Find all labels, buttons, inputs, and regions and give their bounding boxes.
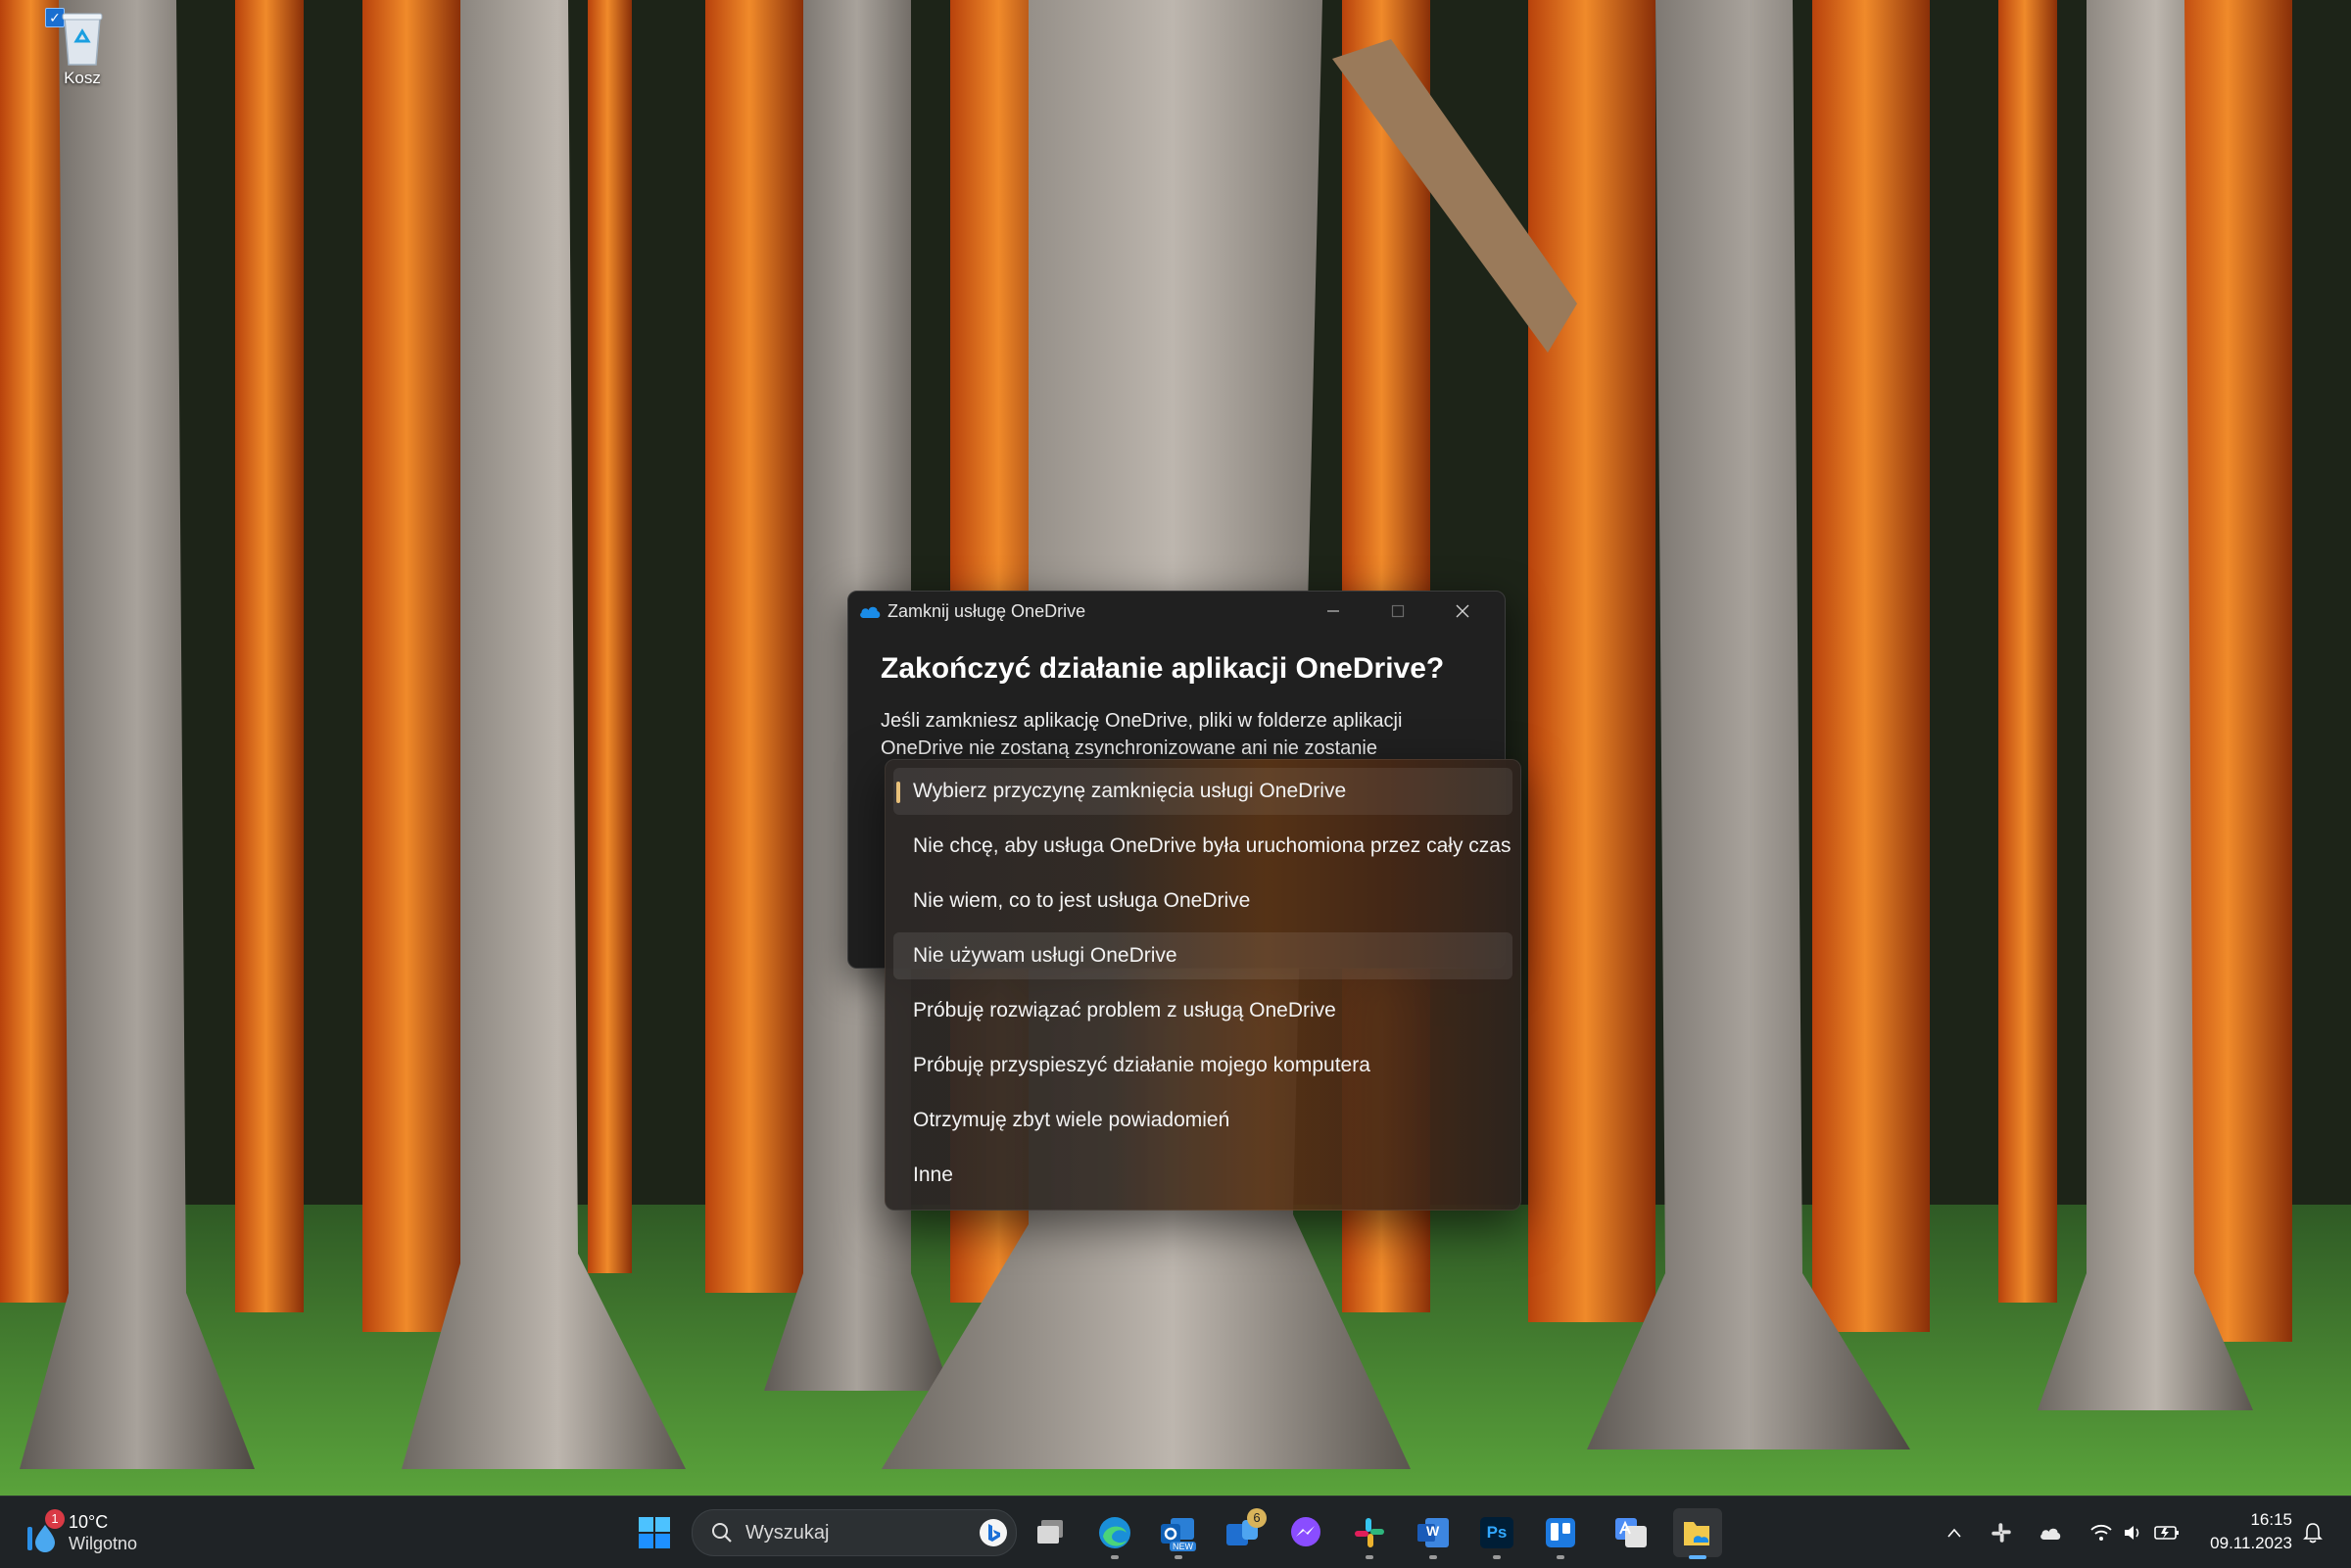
maximize-icon bbox=[1391, 604, 1405, 618]
teams-badge: 6 bbox=[1247, 1508, 1267, 1528]
dropdown-option-label: Inne bbox=[913, 1164, 953, 1186]
outlook-app-button[interactable]: NEW bbox=[1154, 1508, 1203, 1559]
clock-time: 16:15 bbox=[2250, 1510, 2292, 1529]
recycle-bin-icon bbox=[59, 8, 106, 67]
messenger-icon bbox=[1291, 1517, 1320, 1546]
slack-app-button[interactable] bbox=[1345, 1508, 1394, 1559]
dropdown-option-dont-know[interactable]: Nie wiem, co to jest usługa OneDrive bbox=[893, 878, 1512, 925]
close-icon bbox=[1456, 604, 1469, 618]
weather-temperature: 10°C bbox=[69, 1512, 109, 1532]
start-button[interactable] bbox=[630, 1508, 679, 1557]
clock-date: 09.11.2023 bbox=[2210, 1534, 2292, 1552]
search-icon bbox=[712, 1523, 732, 1543]
running-indicator bbox=[1111, 1555, 1119, 1559]
word-app-button[interactable]: W bbox=[1409, 1508, 1458, 1559]
volume-icon bbox=[2125, 1525, 2139, 1540]
wifi-icon bbox=[2090, 1524, 2112, 1541]
clock[interactable]: 16:15 09.11.2023 bbox=[2184, 1508, 2292, 1555]
slack-tray-icon bbox=[1991, 1522, 2011, 1543]
weather-widget[interactable]: 1 10°C Wilgotno bbox=[27, 1508, 137, 1557]
running-indicator bbox=[1175, 1555, 1182, 1559]
recycle-bin-icon-shortcut[interactable]: ✓ Kosz bbox=[45, 8, 118, 88]
dropdown-option-label: Próbuję rozwiązać problem z usługą OneDr… bbox=[913, 999, 1336, 1022]
dropdown-option-label: Nie wiem, co to jest usługa OneDrive bbox=[913, 889, 1251, 912]
weather-condition: Wilgotno bbox=[69, 1534, 138, 1553]
chevron-up-icon bbox=[1947, 1528, 1961, 1538]
close-reason-dropdown-list: Wybierz przyczynę zamknięcia usługi OneD… bbox=[885, 759, 1521, 1211]
weather-text: 10°C Wilgotno bbox=[63, 1511, 137, 1554]
minimize-button[interactable] bbox=[1301, 592, 1366, 631]
search-placeholder: Wyszukaj bbox=[745, 1521, 830, 1544]
dropdown-option-dont-want-running[interactable]: Nie chcę, aby usługa OneDrive była uruch… bbox=[893, 823, 1512, 870]
minimize-icon bbox=[1327, 610, 1339, 612]
dropdown-option-other[interactable]: Inne bbox=[893, 1152, 1512, 1199]
dialog-titlebar[interactable]: Zamknij usługę OneDrive bbox=[848, 592, 1505, 631]
show-hidden-icons-button[interactable] bbox=[1940, 1497, 1969, 1568]
quick-settings-button[interactable] bbox=[2081, 1497, 2188, 1568]
bell-icon bbox=[2303, 1522, 2323, 1543]
bing-icon[interactable] bbox=[979, 1518, 1008, 1547]
active-indicator bbox=[1689, 1555, 1706, 1559]
slack-icon bbox=[1355, 1518, 1384, 1547]
weather-icon: 1 bbox=[27, 1509, 65, 1552]
dropdown-option-dont-use[interactable]: Nie używam usługi OneDrive bbox=[893, 932, 1512, 979]
running-indicator bbox=[1366, 1555, 1373, 1559]
taskbar: 1 10°C Wilgotno Wyszukaj NEW 6 W Ps 16:1… bbox=[0, 1496, 2351, 1568]
running-indicator bbox=[1493, 1555, 1501, 1559]
task-view-icon bbox=[1037, 1520, 1063, 1544]
selection-indicator bbox=[896, 782, 900, 803]
folder-icon bbox=[1684, 1522, 1709, 1545]
trello-app-button[interactable] bbox=[1536, 1508, 1585, 1559]
taskbar-search-box[interactable]: Wyszukaj bbox=[692, 1509, 1017, 1556]
running-indicator bbox=[1429, 1555, 1437, 1559]
trello-icon bbox=[1546, 1518, 1575, 1547]
dropdown-option-label: Otrzymuję zbyt wiele powiadomień bbox=[913, 1109, 1230, 1131]
close-button[interactable] bbox=[1430, 592, 1495, 631]
dropdown-option-troubleshooting[interactable]: Próbuję rozwiązać problem z usługą OneDr… bbox=[893, 987, 1512, 1034]
photoshop-app-button[interactable]: Ps bbox=[1472, 1508, 1521, 1559]
file-explorer-app-button[interactable] bbox=[1673, 1508, 1722, 1559]
onedrive-tray-button[interactable] bbox=[2034, 1497, 2067, 1568]
dialog-description: Jeśli zamkniesz aplikację OneDrive, plik… bbox=[881, 710, 1403, 759]
slack-tray-button[interactable] bbox=[1987, 1497, 2016, 1568]
onedrive-tray-icon bbox=[2040, 1528, 2061, 1540]
dropdown-option-label: Nie używam usługi OneDrive bbox=[913, 944, 1177, 967]
battery-icon bbox=[2154, 1525, 2179, 1540]
dropdown-option-too-many-notifications[interactable]: Otrzymuję zbyt wiele powiadomień bbox=[893, 1097, 1512, 1144]
dropdown-option-label: Nie chcę, aby usługa OneDrive była uruch… bbox=[913, 834, 1511, 857]
onedrive-cloud-icon bbox=[860, 606, 881, 618]
dialog-window-title: Zamknij usługę OneDrive bbox=[888, 600, 1086, 621]
notifications-button[interactable] bbox=[2298, 1497, 2327, 1568]
dropdown-option-speed-up[interactable]: Próbuję przyspieszyć działanie mojego ko… bbox=[893, 1042, 1512, 1089]
dropdown-option-choose-reason[interactable]: Wybierz przyczynę zamknięcia usługi OneD… bbox=[893, 768, 1512, 815]
edge-icon bbox=[1099, 1517, 1130, 1548]
windows-logo-icon bbox=[639, 1517, 670, 1548]
recycle-bin-label: Kosz bbox=[64, 69, 101, 87]
edge-app-button[interactable] bbox=[1090, 1508, 1139, 1559]
word-letter: W bbox=[1426, 1523, 1440, 1539]
outlook-new-badge: NEW bbox=[1170, 1542, 1196, 1551]
photoshop-icon: Ps bbox=[1480, 1517, 1513, 1548]
translate-app-button[interactable] bbox=[1607, 1508, 1655, 1557]
task-view-button[interactable] bbox=[1027, 1508, 1076, 1557]
translate-icon bbox=[1615, 1518, 1647, 1547]
dropdown-option-label: Wybierz przyczynę zamknięcia usługi OneD… bbox=[913, 780, 1347, 802]
dialog-heading: Zakończyć działanie aplikacji OneDrive? bbox=[881, 652, 1445, 685]
teams-app-button[interactable]: 6 bbox=[1218, 1508, 1267, 1557]
messenger-app-button[interactable] bbox=[1281, 1508, 1330, 1557]
running-indicator bbox=[1557, 1555, 1564, 1559]
dropdown-option-label: Próbuję przyspieszyć działanie mojego ko… bbox=[913, 1054, 1370, 1076]
maximize-button bbox=[1366, 592, 1430, 631]
weather-badge: 1 bbox=[45, 1509, 65, 1529]
